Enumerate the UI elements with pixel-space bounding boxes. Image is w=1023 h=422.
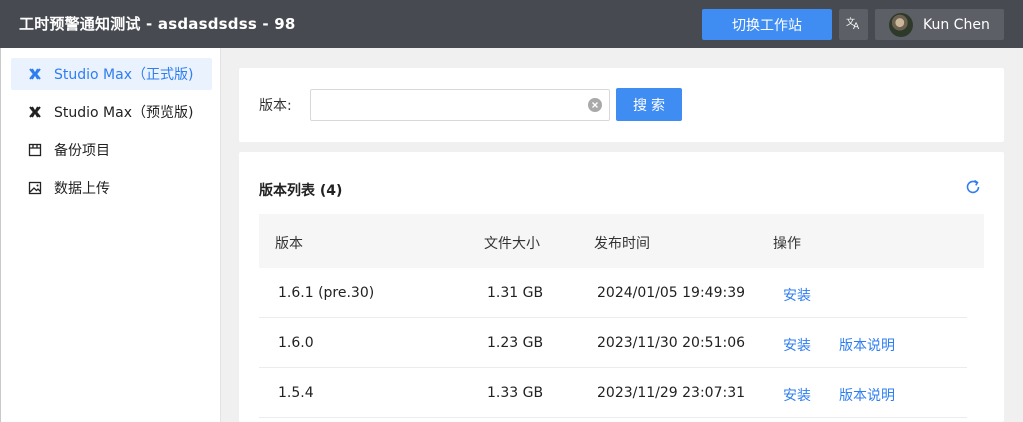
studio-max-icon — [27, 104, 43, 120]
version-search-input[interactable] — [310, 89, 610, 121]
size-cell: 1.23 GB — [487, 335, 544, 351]
version-list-title: 版本列表 (4) — [259, 183, 343, 199]
user-menu-button[interactable]: Kun Chen — [875, 9, 1004, 40]
size-cell: 1.33 GB — [487, 385, 544, 401]
column-header-actions: 操作 — [773, 236, 801, 252]
table-row: 1.5.4 1.33 GB 2023/11/29 23:07:31 安装 版本说… — [259, 368, 967, 418]
version-label: 版本: — [259, 98, 292, 114]
sidebar-item-studio-max-release[interactable]: Studio Max（正式版) — [11, 58, 212, 90]
image-icon — [27, 180, 43, 196]
top-bar: 工时预警通知测试 - asdasdsdss - 98 切换工作站 文 A Kun… — [0, 0, 1023, 48]
sidebar-item-label: 数据上传 — [54, 181, 110, 197]
release-notes-link[interactable]: 版本说明 — [839, 385, 895, 405]
column-header-time: 发布时间 — [594, 236, 650, 252]
studio-max-icon — [27, 66, 43, 82]
sidebar-item-label: Studio Max（预览版) — [54, 105, 194, 121]
sidebar-item-studio-max-preview[interactable]: Studio Max（预览版) — [11, 96, 212, 128]
table-row: 1.6.0 1.23 GB 2023/11/30 20:51:06 安装 版本说… — [259, 318, 967, 368]
install-link[interactable]: 安装 — [783, 285, 811, 305]
time-cell: 2024/01/05 19:49:39 — [597, 285, 746, 301]
release-notes-link[interactable]: 版本说明 — [839, 335, 895, 355]
table-row: 1.6.1 (pre.30) 1.31 GB 2024/01/05 19:49:… — [259, 268, 967, 318]
language-button[interactable]: 文 A — [839, 9, 868, 40]
version-cell: 1.6.0 — [278, 335, 314, 351]
folder-icon — [27, 142, 43, 158]
user-name: Kun Chen — [923, 16, 990, 33]
translate-icon: 文 A — [846, 15, 862, 34]
clear-icon[interactable] — [588, 98, 602, 112]
refresh-icon[interactable] — [964, 178, 982, 196]
version-list-panel: 版本列表 (4) 版本 文件大小 发布时间 操作 1.6.1 (pre.30) … — [239, 152, 1004, 422]
svg-text:A: A — [853, 22, 860, 30]
version-cell: 1.5.4 — [278, 385, 314, 401]
install-link[interactable]: 安装 — [783, 385, 811, 405]
size-cell: 1.31 GB — [487, 285, 544, 301]
sidebar-item-label: Studio Max（正式版) — [54, 67, 194, 83]
search-button[interactable]: 搜索 — [616, 88, 682, 121]
search-panel: 版本: 搜索 — [239, 68, 1004, 142]
column-header-version: 版本 — [275, 236, 303, 252]
install-link[interactable]: 安装 — [783, 335, 811, 355]
sidebar-item-label: 备份项目 — [54, 143, 110, 159]
switch-workstation-button[interactable]: 切换工作站 — [702, 9, 832, 40]
version-cell: 1.6.1 (pre.30) — [278, 285, 375, 301]
time-cell: 2023/11/30 20:51:06 — [597, 335, 746, 351]
avatar — [889, 12, 913, 37]
sidebar-item-data-upload[interactable]: 数据上传 — [11, 172, 212, 204]
sidebar-item-backup-projects[interactable]: 备份项目 — [11, 134, 212, 166]
sidebar: Studio Max（正式版) Studio Max（预览版) 备份项目 数据上… — [0, 48, 221, 422]
time-cell: 2023/11/29 23:07:31 — [597, 385, 746, 401]
workstation-title: 工时预警通知测试 - asdasdsdss - 98 — [19, 15, 296, 33]
column-header-size: 文件大小 — [484, 236, 540, 252]
table-header: 版本 文件大小 发布时间 操作 — [259, 214, 984, 268]
